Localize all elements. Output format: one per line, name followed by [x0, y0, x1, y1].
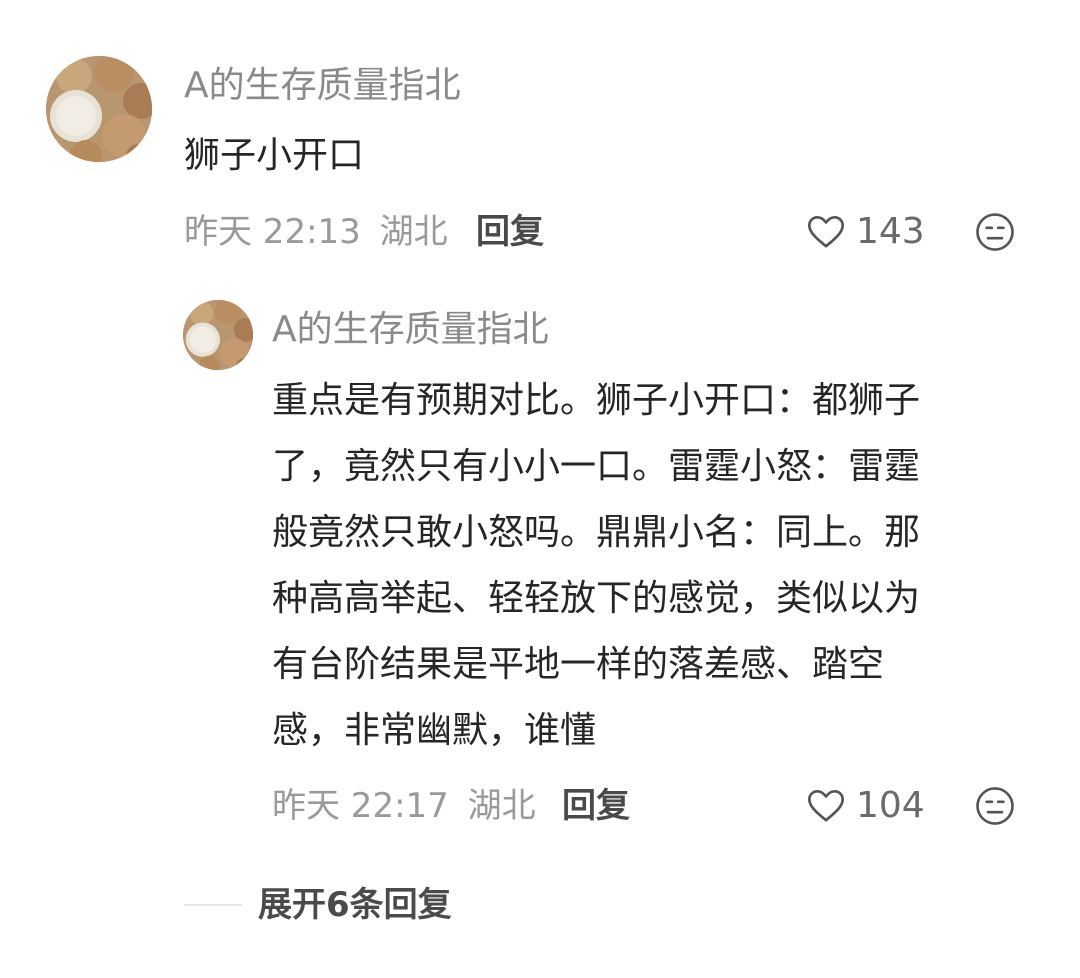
reply-reply-button[interactable]: 回复 [562, 784, 630, 828]
comment-time: 昨天 22:13 [184, 212, 361, 252]
expand-replies-button[interactable]: 展开6条回复 [258, 883, 452, 927]
unhappy-face-icon [976, 213, 1014, 251]
comment-like-button[interactable]: 143 [806, 210, 925, 254]
unhappy-face-icon [976, 787, 1014, 825]
reply-like-button[interactable]: 104 [806, 784, 925, 828]
comment-dislike-button[interactable] [974, 211, 1016, 253]
avatar-bread-rolls-image [183, 300, 253, 370]
heart-outline-icon [808, 216, 844, 248]
reply-username[interactable]: A的生存质量指北 [272, 308, 549, 352]
comment-meta: 昨天 22:13 湖北 [184, 210, 448, 254]
reply-text-line: 有台阶结果是平地一样的落差感、踏空 [272, 644, 885, 685]
comment-location: 湖北 [379, 212, 448, 252]
heart-outline-icon [808, 790, 844, 822]
reply-time: 昨天 22:17 [272, 786, 449, 826]
comment-username[interactable]: A的生存质量指北 [184, 64, 461, 108]
reply-text-line: 了，竟然只有小小一口。雷霆小怒：雷霆 [272, 446, 921, 487]
expand-divider [184, 904, 242, 906]
reply-text-line: 感，非常幽默，谁懂 [272, 710, 597, 751]
reply-meta: 昨天 22:17 湖北 [272, 784, 536, 828]
avatar-bread-rolls-image [46, 56, 152, 162]
reply-text-line: 般竟然只敢小怒吗。鼎鼎小名：同上。那 [272, 512, 921, 553]
reply-like-count: 104 [856, 785, 925, 826]
comment-like-count: 143 [856, 211, 925, 252]
comment-text: 狮子小开口 [184, 135, 365, 176]
comment-reply-button[interactable]: 回复 [476, 210, 544, 254]
reply-dislike-button[interactable] [974, 785, 1016, 827]
reply-avatar[interactable] [183, 300, 253, 370]
reply-text-line: 重点是有预期对比。狮子小开口：都狮子 [272, 380, 921, 421]
reply-text: 重点是有预期对比。狮子小开口：都狮子 了，竟然只有小小一口。雷霆小怒：雷霆 般竟… [272, 368, 920, 764]
reply-text-line: 种高高举起、轻轻放下的感觉，类似以为 [272, 578, 921, 619]
reply-location: 湖北 [467, 786, 536, 826]
comment-avatar[interactable] [46, 56, 152, 162]
